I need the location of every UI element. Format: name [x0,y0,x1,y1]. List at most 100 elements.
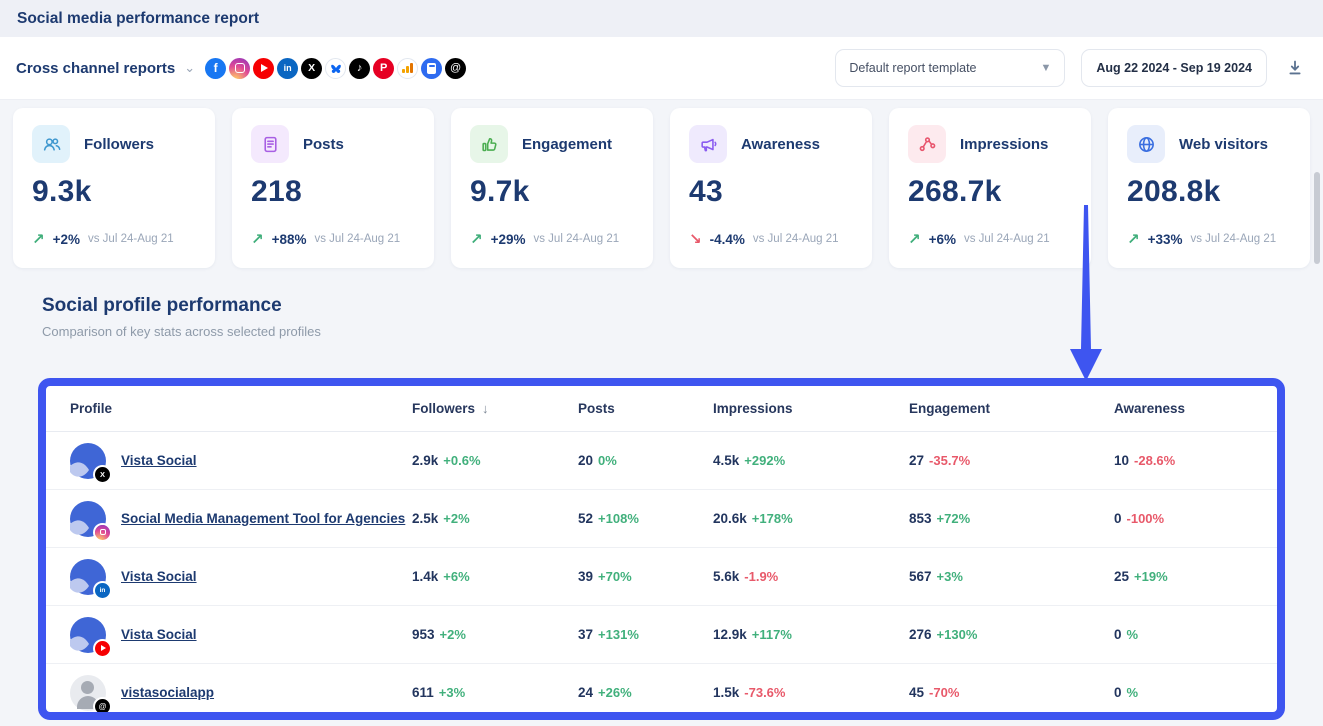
facebook-icon[interactable]: f [205,58,226,79]
stat-label: Followers [84,136,154,153]
profile-link[interactable]: Vista Social [121,627,197,642]
posts-value: 20 [578,453,593,468]
followers-delta: +0.6% [443,453,480,468]
stat-value: 43 [689,175,853,209]
followers-value: 1.4k [412,569,438,584]
report-toolbar: Cross channel reports ⌄ f in X ♪ P @ Def… [0,37,1323,100]
google-analytics-icon[interactable] [397,58,418,79]
social-profile-performance-section: Social profile performance Comparison of… [42,295,1323,339]
profile-link[interactable]: vistasocialapp [121,685,214,700]
stat-value: 208.8k [1127,175,1291,209]
stat-card-posts: Posts 218 ↗ +88% vs Jul 24-Aug 21 [232,108,434,268]
column-header-profile[interactable]: Profile [70,401,412,416]
x-network-badge-icon: X [95,467,110,482]
posts-value: 24 [578,685,593,700]
compare-period: vs Jul 24-Aug 21 [314,233,400,245]
profile-link[interactable]: Vista Social [121,569,197,584]
download-icon [1286,59,1304,77]
youtube-icon[interactable] [253,58,274,79]
posts-value: 52 [578,511,593,526]
table-row: in Vista Social 1.4k+6% 39+70% 5.6k-1.9%… [46,548,1277,606]
google-business-profile-icon[interactable] [421,58,442,79]
stat-delta: +2% [53,232,80,247]
scrollbar-thumb[interactable] [1314,172,1320,264]
profile-link[interactable]: Social Media Management Tool for Agencie… [121,511,405,526]
social-profile-table-panel: Profile Followers ↓ Posts Impressions En… [38,378,1285,720]
followers-delta: +3% [439,685,465,700]
pinterest-icon[interactable]: P [373,58,394,79]
trend-up-icon: ↗ [251,230,264,248]
engagement-delta: -70% [929,685,959,700]
x-twitter-icon[interactable]: X [301,58,322,79]
column-header-impressions[interactable]: Impressions [713,401,909,416]
stat-delta: +33% [1148,232,1183,247]
sort-desc-icon[interactable]: ↓ [482,401,489,416]
stat-card-awareness: Awareness 43 ↘ -4.4% vs Jul 24-Aug 21 [670,108,872,268]
awareness-value: 25 [1114,569,1129,584]
engagement-delta: +130% [937,627,978,642]
impressions-delta: +292% [744,453,785,468]
compare-period: vs Jul 24-Aug 21 [88,233,174,245]
date-range-picker[interactable]: Aug 22 2024 - Sep 19 2024 [1081,49,1267,87]
stat-label: Posts [303,136,344,153]
select-caret-icon: ▼ [1040,62,1051,74]
followers-value: 2.9k [412,453,438,468]
instagram-network-badge-icon [95,525,110,540]
column-header-followers[interactable]: Followers ↓ [412,401,578,416]
column-header-posts[interactable]: Posts [578,401,713,416]
vista-social-avatar [70,501,106,537]
download-button[interactable] [1283,56,1307,80]
compare-period: vs Jul 24-Aug 21 [533,233,619,245]
chevron-down-icon[interactable]: ⌄ [184,60,195,76]
stat-card-followers: Followers 9.3k ↗ +2% vs Jul 24-Aug 21 [13,108,215,268]
stat-delta: +88% [272,232,307,247]
impressions-delta: -1.9% [744,569,778,584]
stat-delta: +6% [929,232,956,247]
awareness-value: 10 [1114,453,1129,468]
person-placeholder-avatar: @ [70,675,106,711]
awareness-value: 0 [1114,685,1122,700]
compare-period: vs Jul 24-Aug 21 [964,233,1050,245]
stat-label: Awareness [741,136,820,153]
awareness-value: 0 [1114,511,1122,526]
awareness-delta: +19% [1134,569,1168,584]
engagement-value: 567 [909,569,932,584]
instagram-icon[interactable] [229,58,250,79]
engagement-delta: +3% [937,569,963,584]
impressions-delta: -73.6% [744,685,785,700]
tiktok-icon[interactable]: ♪ [349,58,370,79]
awareness-value: 0 [1114,627,1122,642]
followers-value: 611 [412,685,434,700]
report-template-value: Default report template [849,61,976,75]
stat-delta: -4.4% [710,232,745,247]
engagement-value: 276 [909,627,932,642]
linkedin-icon[interactable]: in [277,58,298,79]
posts-delta: +108% [598,511,639,526]
stat-label: Web visitors [1179,136,1268,153]
column-header-awareness[interactable]: Awareness [1114,401,1277,416]
report-template-select[interactable]: Default report template ▼ [835,49,1065,87]
column-header-engagement[interactable]: Engagement [909,401,1114,416]
top-title-bar: Social media performance report [0,0,1323,37]
posts-value: 39 [578,569,593,584]
trend-up-icon: ↗ [32,230,45,248]
threads-icon[interactable]: @ [445,58,466,79]
followers-delta: +2% [443,511,469,526]
threads-network-badge-icon: @ [95,699,110,714]
bluesky-icon[interactable] [325,58,346,79]
trend-up-icon: ↗ [1127,230,1140,248]
impressions-value: 12.9k [713,627,747,642]
toolbar-right-controls: Default report template ▼ Aug 22 2024 - … [835,49,1307,87]
followers-icon [32,125,70,163]
awareness-delta: % [1127,627,1139,642]
posts-delta: +70% [598,569,632,584]
engagement-value: 45 [909,685,924,700]
impressions-value: 4.5k [713,453,739,468]
highlight-arrow-down-icon [1056,205,1118,383]
table-row: Vista Social 953+2% 37+131% 12.9k+117% 2… [46,606,1277,664]
stat-value: 9.3k [32,175,196,209]
compare-period: vs Jul 24-Aug 21 [1190,233,1276,245]
cross-channel-reports-label[interactable]: Cross channel reports [16,60,175,77]
profile-link[interactable]: Vista Social [121,453,197,468]
posts-icon [251,125,289,163]
